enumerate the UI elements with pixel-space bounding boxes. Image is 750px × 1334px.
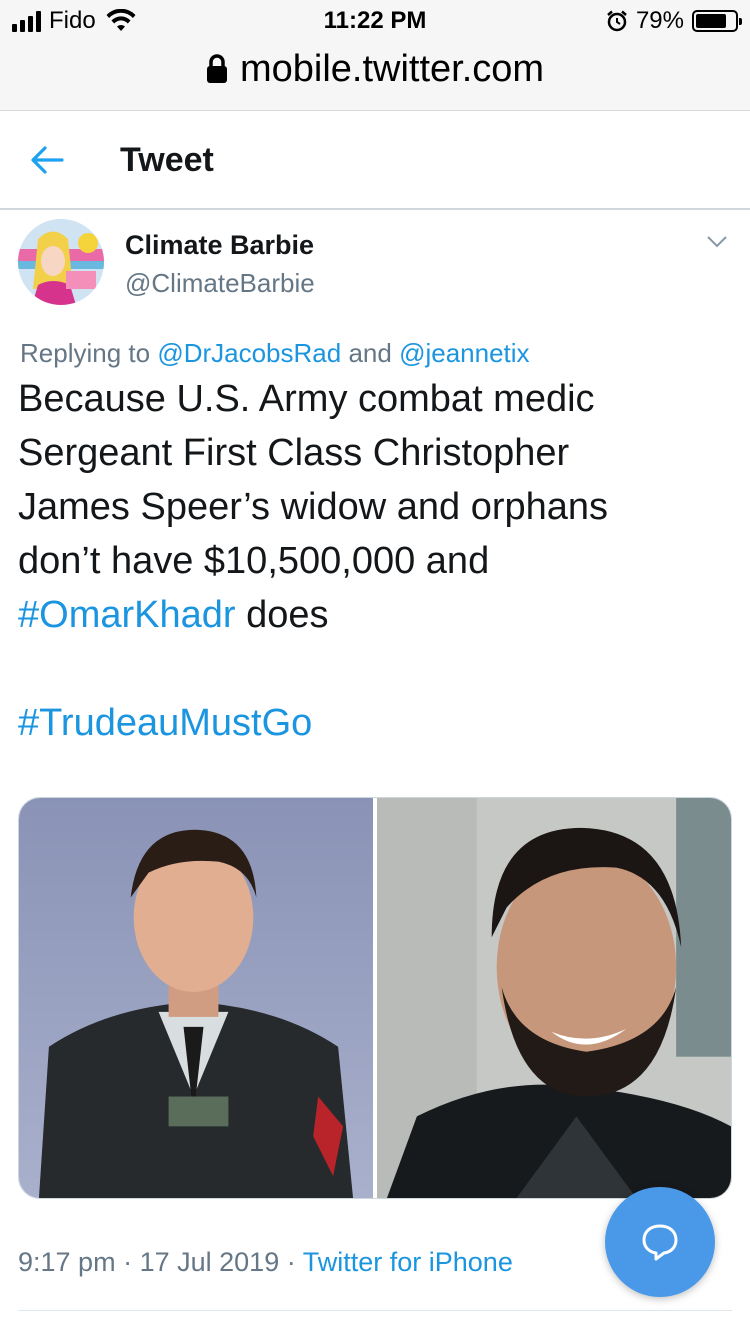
status-right: 79% (606, 7, 742, 35)
reply-fab-button[interactable] (605, 1187, 715, 1297)
tweet-text-line: #OmarKhadr does (18, 588, 738, 642)
photo-man-smiling[interactable] (377, 798, 731, 1198)
tweet-meta: 9:17 pm · 17 Jul 2019 · Twitter for iPho… (18, 1247, 513, 1278)
tweet-text-line: Sergeant First Class Christopher (18, 432, 570, 474)
tweet-hashtag-line: #TrudeauMustGo (18, 696, 312, 750)
avatar[interactable] (18, 219, 104, 305)
tweet-date: 17 Jul 2019 (139, 1247, 280, 1277)
tweet-text: Because U.S. Army combat medic Sergeant … (18, 372, 738, 642)
reply-mention-link[interactable]: @jeannetix (399, 338, 529, 368)
tweet-text-line: don’t have $10,500,000 and (18, 540, 490, 582)
divider (18, 1310, 732, 1311)
battery-icon (692, 10, 742, 32)
url-text: mobile.twitter.com (239, 47, 545, 90)
alarm-icon (607, 10, 627, 32)
lock-icon (206, 54, 227, 83)
back-arrow-icon[interactable] (30, 145, 64, 175)
browser-chrome: Fido 11:22 PM 79% mobile.twitter.com (0, 0, 750, 111)
tweet-time: 9:17 pm (18, 1247, 116, 1277)
author-handle[interactable]: @ClimateBarbie (125, 268, 315, 299)
hashtag-link[interactable]: #OmarKhadr (18, 594, 236, 636)
replying-to: Replying to @DrJacobsRad and @jeannetix (20, 338, 530, 369)
tweet-text-line: Because U.S. Army combat medic (18, 378, 595, 420)
replying-and: and (348, 338, 392, 368)
chevron-down-icon[interactable] (706, 235, 728, 249)
page-header: Tweet (0, 111, 750, 210)
battery-percent: 79% (635, 7, 684, 34)
tweet-source-link[interactable]: Twitter for iPhone (303, 1247, 513, 1277)
hashtag-link[interactable]: #TrudeauMustGo (18, 702, 312, 744)
tweet-media (18, 797, 732, 1199)
url-bar[interactable]: mobile.twitter.com (0, 44, 750, 94)
compose-reply-icon (642, 1224, 678, 1261)
author-name[interactable]: Climate Barbie (125, 230, 314, 261)
meta-separator: · (286, 1247, 296, 1277)
tweet-text-fragment: does (235, 594, 329, 636)
page-title: Tweet (120, 141, 214, 179)
tweet-text-line: James Speer’s widow and orphans (18, 486, 609, 528)
reply-mention-link[interactable]: @DrJacobsRad (157, 338, 341, 368)
photo-soldier[interactable] (19, 798, 373, 1198)
meta-separator: · (123, 1247, 133, 1277)
replying-prefix: Replying to (20, 338, 151, 368)
status-bar: Fido 11:22 PM 79% (0, 0, 750, 40)
